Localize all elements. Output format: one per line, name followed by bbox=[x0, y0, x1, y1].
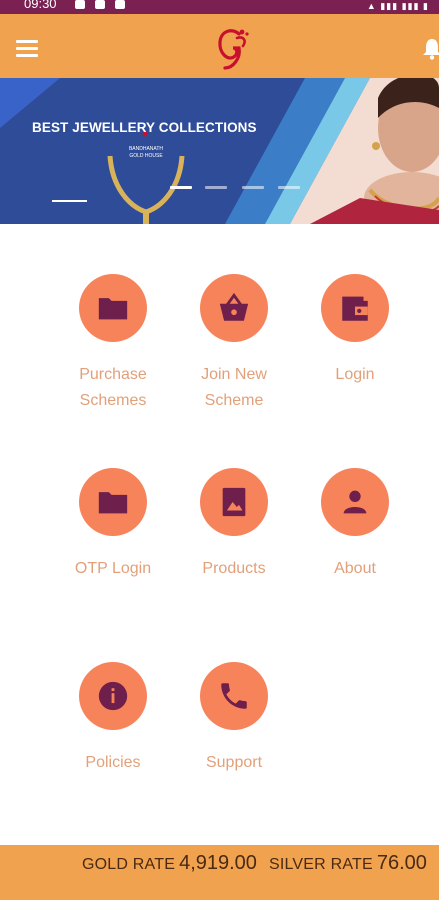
menu-circle bbox=[321, 468, 389, 536]
menu-circle bbox=[79, 274, 147, 342]
gallery-icon bbox=[115, 0, 125, 9]
folder-icon bbox=[98, 298, 128, 320]
message-icon bbox=[95, 0, 105, 9]
menu-purchase-schemes[interactable]: Purchase Schemes bbox=[58, 274, 168, 414]
silver-rate-value: 76.00 bbox=[376, 852, 427, 874]
carousel-dot-4[interactable] bbox=[278, 186, 300, 189]
info-icon bbox=[98, 681, 128, 711]
carousel-dot-2[interactable] bbox=[205, 186, 227, 189]
menu-policies[interactable]: Policies bbox=[58, 662, 168, 776]
menu-label: Products bbox=[202, 560, 266, 577]
status-time: 09:30 bbox=[24, 0, 57, 11]
menu-circle bbox=[200, 468, 268, 536]
carousel-dot-1[interactable] bbox=[170, 186, 192, 189]
menu-label: Policies bbox=[85, 754, 141, 771]
app-bar bbox=[0, 14, 439, 78]
image-icon bbox=[222, 487, 246, 517]
banner-brand-line1: BANDHANATH bbox=[128, 146, 164, 152]
banner-underline bbox=[52, 200, 87, 202]
status-bar: 09:30 ▲ ▮▮▮ ▮▮▮ ▮ bbox=[0, 0, 439, 14]
carousel-dot-3[interactable] bbox=[242, 186, 264, 189]
menu-join-new-scheme[interactable]: Join New Scheme bbox=[179, 274, 289, 414]
menu-circle bbox=[200, 662, 268, 730]
banner-brand: BANDHANATH GOLD HOUSE bbox=[128, 146, 164, 160]
menu-otp-login[interactable]: OTP Login bbox=[58, 468, 168, 582]
menu-label: Support bbox=[205, 754, 263, 771]
menu-circle bbox=[79, 662, 147, 730]
promo-banner[interactable]: BEST JEWELLERY COLLECTIONS BANDHANATH GO… bbox=[0, 78, 439, 224]
bell-icon[interactable] bbox=[422, 36, 439, 60]
signal-icons: ▲ ▮▮▮ ▮▮▮ ▮ bbox=[366, 1, 429, 11]
menu-circle bbox=[200, 274, 268, 342]
folder-icon bbox=[98, 492, 128, 514]
banner-brand-line2: GOLD HOUSE bbox=[129, 153, 163, 159]
menu-icon[interactable] bbox=[16, 40, 38, 57]
person-icon bbox=[343, 490, 367, 514]
banner-title: BEST JEWELLERY COLLECTIONS bbox=[32, 120, 257, 135]
menu-circle bbox=[79, 468, 147, 536]
silver-rate: SILVER RATE 76.00 bbox=[269, 852, 427, 875]
gj-logo bbox=[218, 29, 249, 70]
silver-rate-label: SILVER RATE bbox=[269, 856, 373, 873]
rate-bar: GOLD RATE 4,919.00 SILVER RATE 76.00 bbox=[0, 845, 439, 900]
gold-rate-value: 4,919.00 bbox=[179, 852, 257, 874]
basket-icon bbox=[219, 292, 249, 321]
wallet-icon bbox=[342, 296, 368, 321]
notification-icon bbox=[75, 0, 85, 9]
menu-label: Login bbox=[335, 366, 375, 383]
banner-graphic bbox=[0, 78, 439, 224]
menu-label: About bbox=[334, 560, 376, 577]
phone-icon bbox=[221, 683, 247, 709]
menu-products[interactable]: Products bbox=[179, 468, 289, 582]
gold-rate: GOLD RATE 4,919.00 bbox=[82, 852, 257, 875]
menu-label: Join New Scheme bbox=[201, 366, 267, 409]
menu-label: OTP Login bbox=[74, 560, 152, 577]
menu-login[interactable]: Login bbox=[300, 274, 410, 388]
menu-label: Purchase Schemes bbox=[79, 366, 147, 409]
menu-circle bbox=[321, 274, 389, 342]
menu-support[interactable]: Support bbox=[179, 662, 289, 776]
gold-rate-label: GOLD RATE bbox=[82, 856, 176, 873]
menu-about[interactable]: About bbox=[300, 468, 410, 582]
